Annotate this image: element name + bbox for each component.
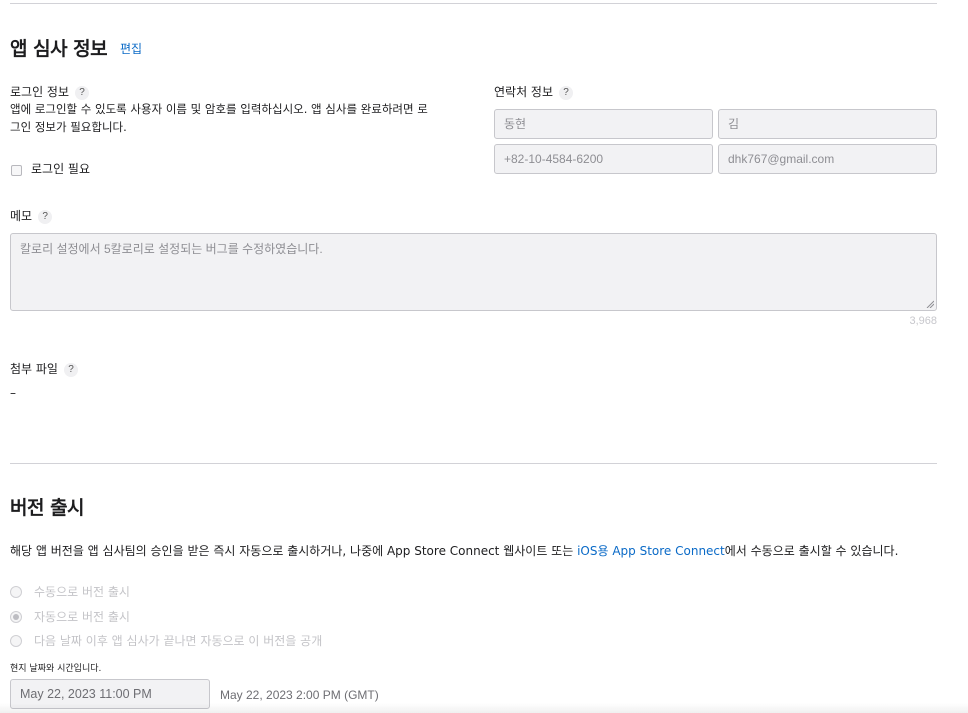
contact-info-title: 연락처 정보 <box>494 85 554 99</box>
login-required-checkbox[interactable] <box>11 165 22 176</box>
login-required-label: 로그인 필요 <box>31 162 91 176</box>
contact-phone-field[interactable]: +82-10-4584-6200 <box>494 144 713 174</box>
notes-text: 칼로리 설정에서 5칼로리로 설정되는 버그를 수정하였습니다. <box>20 242 323 256</box>
notes-char-count: 3,968 <box>909 315 937 327</box>
help-icon[interactable]: ? <box>75 85 90 100</box>
login-desc-line-1: 앱에 로그인할 수 있도록 사용자 이름 및 암호를 입력하십시오. 앱 심사를… <box>10 102 428 116</box>
attachment-heading: 첨부 파일? <box>10 360 78 377</box>
ios-app-store-connect-link[interactable]: iOS용 App Store Connect <box>577 544 725 558</box>
attachment-value: – <box>10 386 16 400</box>
resize-grip-icon[interactable] <box>926 300 934 308</box>
release-description: 해당 앱 버전을 앱 심사팀의 승인을 받은 즉시 자동으로 출시하거나, 나중… <box>10 542 898 559</box>
login-info-heading: 로그인 정보? <box>10 83 90 100</box>
contact-info-heading: 연락처 정보? <box>494 83 574 100</box>
section-title-app-review: 앱 심사 정보 <box>10 38 108 60</box>
section-title-version-release: 버전 출시 <box>10 497 85 519</box>
contact-email-field[interactable]: dhk767@gmail.com <box>718 144 937 174</box>
notes-title: 메모 <box>10 209 33 223</box>
attachment-title: 첨부 파일 <box>10 362 58 376</box>
radio-manual-release[interactable] <box>10 586 22 598</box>
radio-scheduled-release[interactable] <box>10 635 22 647</box>
notes-heading: 메모? <box>10 207 53 224</box>
local-time-note: 현지 날짜와 시간입니다. <box>10 664 102 674</box>
radio-manual-release-label: 수동으로 버전 출시 <box>34 585 130 599</box>
login-info-description: 앱에 로그인할 수 있도록 사용자 이름 및 암호를 입력하십시오. 앱 심사를… <box>10 100 460 136</box>
section-divider <box>10 463 937 464</box>
radio-auto-release-label: 자동으로 버전 출시 <box>34 610 130 624</box>
release-desc-suffix: 에서 수동으로 출시할 수 있습니다. <box>724 544 899 558</box>
login-info-title: 로그인 정보 <box>10 85 70 99</box>
login-desc-line-2: 그인 정보가 필요합니다. <box>10 120 127 134</box>
radio-auto-release[interactable] <box>10 611 22 623</box>
release-desc-prefix: 해당 앱 버전을 앱 심사팀의 승인을 받은 즉시 자동으로 출시하거나, 나중… <box>10 544 578 558</box>
help-icon[interactable]: ? <box>559 85 574 100</box>
contact-first-name-field[interactable]: 동현 <box>494 109 713 139</box>
help-icon[interactable]: ? <box>63 362 78 377</box>
radio-scheduled-release-label: 다음 날짜 이후 앱 심사가 끝나면 자동으로 이 버전을 공개 <box>34 634 323 648</box>
contact-last-name-field[interactable]: 김 <box>718 109 937 139</box>
help-icon[interactable]: ? <box>38 209 53 224</box>
top-divider <box>10 3 937 4</box>
bottom-shadow <box>0 703 968 713</box>
edit-link[interactable]: 편집 <box>120 40 142 57</box>
notes-textarea[interactable]: 칼로리 설정에서 5칼로리로 설정되는 버그를 수정하였습니다. <box>10 233 937 311</box>
gmt-time-text: May 22, 2023 2:00 PM (GMT) <box>220 688 379 702</box>
